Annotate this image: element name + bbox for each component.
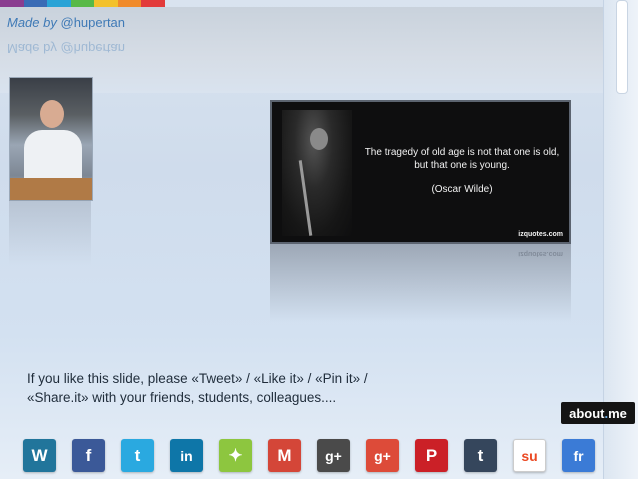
figure-cane bbox=[298, 160, 313, 236]
color-strip-segment bbox=[23, 0, 48, 7]
made-by-credit: Made by @hupertan bbox=[7, 15, 125, 30]
cta-line-2: «Share.it» with your friends, students, … bbox=[27, 390, 337, 405]
share-icons-row: Wf t in ✦ Mg+ g+ Pt su fr bbox=[23, 439, 595, 472]
about-me-label-tail: me bbox=[608, 405, 627, 421]
about-me-button[interactable]: about. me bbox=[561, 402, 635, 424]
scrollbar-thumb[interactable] bbox=[616, 0, 628, 94]
photo-desk bbox=[10, 178, 92, 200]
author-photo-reflection bbox=[9, 200, 91, 265]
friendfeed-icon[interactable]: fr bbox=[562, 439, 595, 472]
photo-head bbox=[40, 100, 64, 128]
quote-image: The tragedy of old age is not that one i… bbox=[270, 100, 571, 244]
quote-source: izquotes.com bbox=[518, 231, 563, 238]
color-strip-segment bbox=[94, 0, 118, 7]
share-call-to-action: If you like this slide, please «Tweet» /… bbox=[27, 369, 467, 407]
google-plus-icon[interactable]: g+ bbox=[366, 439, 399, 472]
pinterest-icon[interactable]: P bbox=[415, 439, 448, 472]
gmail-icon[interactable]: M bbox=[268, 439, 301, 472]
color-strip-segment bbox=[117, 0, 142, 7]
about-me-label-main: about bbox=[569, 405, 605, 421]
linkedin-icon[interactable]: in bbox=[170, 439, 203, 472]
color-strip-segment bbox=[47, 0, 71, 7]
figure-face bbox=[310, 128, 328, 150]
google-plus-dark-icon[interactable]: g+ bbox=[317, 439, 350, 472]
quote-source-reflection: izquotes.com bbox=[518, 250, 563, 257]
made-by-handle[interactable]: @hupertan bbox=[61, 15, 126, 30]
author-photo bbox=[9, 77, 93, 201]
wordpress-icon[interactable]: W bbox=[23, 439, 56, 472]
google-maps-icon[interactable]: ✦ bbox=[219, 439, 252, 472]
color-strip-segment bbox=[141, 0, 166, 7]
quote-text: The tragedy of old age is not that one i… bbox=[364, 147, 560, 171]
tumblr-icon[interactable]: t bbox=[464, 439, 497, 472]
color-strip-segment bbox=[70, 0, 95, 7]
made-by-reflection: Made by @hupertan bbox=[7, 41, 125, 56]
cta-line-1: If you like this slide, please «Tweet» /… bbox=[27, 371, 368, 386]
color-strip bbox=[0, 0, 166, 7]
facebook-icon[interactable]: f bbox=[72, 439, 105, 472]
twitter-icon[interactable]: t bbox=[121, 439, 154, 472]
stumbleupon-icon[interactable]: su bbox=[513, 439, 546, 472]
made-by-prefix: Made by bbox=[7, 15, 57, 30]
color-strip-segment bbox=[0, 0, 24, 7]
oscar-wilde-figure bbox=[282, 110, 352, 236]
quote-image-reflection: izquotes.com bbox=[270, 244, 571, 322]
quote-author: (Oscar Wilde) bbox=[431, 184, 493, 195]
